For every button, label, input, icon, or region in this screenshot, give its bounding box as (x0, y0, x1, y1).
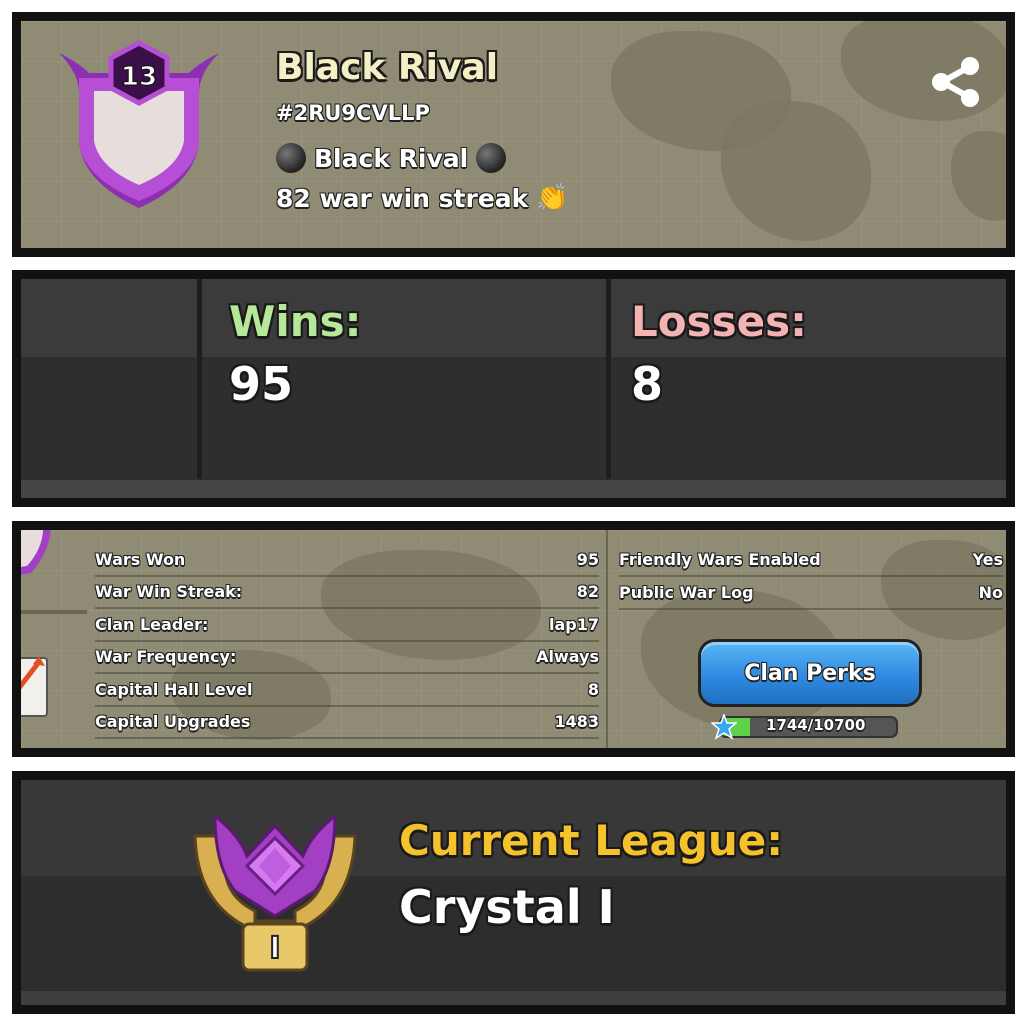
stats-row: War Win Streak: 82 (95, 577, 599, 609)
stats-label: War Frequency: (95, 647, 237, 667)
clan-stats-panel: Wars Won 95 War Win Streak: 82 Clan Leader: l… (12, 521, 1015, 757)
xp-text: 1744/10700 (766, 716, 866, 734)
stats-left-column: Wars Won 95 War Win Streak: 82 Clan Leader: l… (95, 544, 599, 739)
stats-row: War Frequency: Always (95, 642, 599, 674)
side-panel-divider (21, 610, 87, 614)
stats-row: Capital Hall Level 8 (95, 674, 599, 707)
record-bottom-strip (21, 480, 1006, 498)
clan-badge-fragment (21, 530, 61, 578)
clapping-hands-emoji: 👏 (536, 183, 569, 213)
stats-value: No (978, 583, 1003, 602)
stats-label: Friendly Wars Enabled (619, 550, 821, 569)
stats-value: 82 (576, 582, 599, 602)
stats-label: War Win Streak: (95, 582, 243, 602)
league-badge-numeral: I (269, 931, 280, 966)
stats-right-column: Friendly Wars Enabled Yes Public War Log No (619, 544, 1003, 610)
stats-value: 1483 (554, 712, 599, 732)
stats-label: Wars Won (95, 549, 186, 569)
losses-value: 8 (631, 357, 664, 411)
xp-star-icon (709, 712, 739, 740)
league-bottom-strip (21, 991, 1006, 1005)
clan-tag[interactable]: #2RU9CVLLP (276, 101, 430, 125)
stats-label: Capital Upgrades (95, 712, 251, 732)
edit-clan-icon[interactable] (21, 648, 53, 720)
league-panel: I Current League: Crystal I (12, 771, 1015, 1014)
stats-value[interactable]: lap17 (549, 615, 599, 634)
wins-label: Wins: (229, 297, 362, 346)
stats-row: Wars Won 95 (95, 544, 599, 577)
losses-label: Losses: (631, 297, 807, 346)
stats-column-divider (606, 530, 608, 748)
clan-header-panel: 13 Black Rival #2RU9CVLLP Black Rival 82… (12, 12, 1015, 257)
stats-label: Public War Log (619, 583, 754, 602)
stats-row: Public War Log No (619, 577, 1003, 610)
stats-row: Friendly Wars Enabled Yes (619, 544, 1003, 577)
stats-label: Clan Leader: (95, 614, 209, 634)
stats-row: Capital Upgrades 1483 (95, 707, 599, 739)
stats-value: Yes (972, 550, 1004, 569)
record-divider-right (606, 279, 611, 479)
record-top-band (21, 279, 1006, 357)
league-badge-icon: I (185, 806, 365, 976)
stats-row: Clan Leader: lap17 (95, 609, 599, 642)
clan-perks-label: Clan Perks (744, 660, 876, 686)
black-circle-emoji (476, 143, 507, 173)
league-label: Current League: (399, 816, 784, 865)
war-record-panel: Wins: 95 Losses: 8 (12, 270, 1015, 507)
clan-level-text: 13 (121, 62, 157, 92)
clan-description-line1: Black Rival (276, 141, 507, 175)
wins-value: 95 (229, 357, 294, 411)
black-circle-emoji (276, 143, 306, 173)
clan-name: Black Rival (276, 47, 499, 88)
stats-label: Capital Hall Level (95, 679, 253, 699)
share-icon[interactable] (929, 55, 983, 109)
league-name: Crystal I (399, 880, 615, 934)
clan-description-line2: 82 war win streak 👏 (276, 183, 569, 213)
stats-value: 8 (587, 679, 599, 699)
record-divider-left (197, 279, 202, 479)
clan-perks-button[interactable]: Clan Perks (701, 642, 919, 704)
stats-value: 95 (576, 549, 599, 569)
clan-badge-icon: 13 (49, 33, 229, 218)
stats-value: Always (536, 647, 599, 667)
